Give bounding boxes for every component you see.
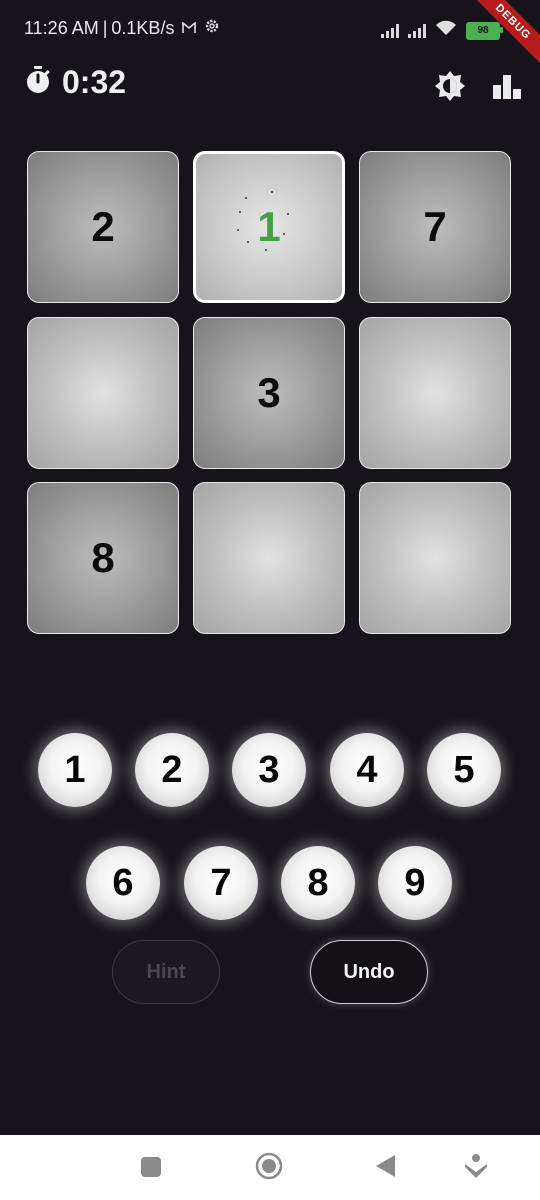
- stopwatch-icon: [24, 65, 52, 100]
- number-key-5[interactable]: 5: [427, 733, 501, 807]
- battery-icon: 98: [466, 21, 503, 40]
- app-screen: 11:26 AM | 0.1KB/s 98 DEBUG 0:32 2 1 7 3…: [0, 0, 540, 1200]
- back-triangle-icon[interactable]: [375, 1154, 397, 1183]
- filled-digit: 1: [237, 191, 290, 251]
- board-cell-selected[interactable]: 1: [193, 151, 345, 303]
- signal-icon: [381, 23, 399, 38]
- recents-square-icon[interactable]: [140, 1156, 162, 1183]
- board-cell[interactable]: [27, 317, 179, 469]
- battery-level: 98: [477, 25, 489, 36]
- number-key-6[interactable]: 6: [86, 846, 160, 920]
- leaderboard-icon[interactable]: [492, 73, 522, 104]
- number-key-7[interactable]: 7: [184, 846, 258, 920]
- number-key-1[interactable]: 1: [38, 733, 112, 807]
- brightness-icon[interactable]: [434, 70, 466, 107]
- navigation-bar: [0, 1135, 540, 1200]
- net-speed: 0.1KB/s: [111, 18, 175, 38]
- board-cell[interactable]: [359, 317, 511, 469]
- app-bar-actions: [434, 70, 522, 107]
- number-key-2[interactable]: 2: [135, 733, 209, 807]
- board-cell[interactable]: 2: [27, 151, 179, 303]
- sudoku-board: 2 1 7 3 8: [27, 151, 513, 637]
- number-key-3[interactable]: 3: [232, 733, 306, 807]
- assistant-icon[interactable]: [464, 1153, 488, 1184]
- wifi-icon: [435, 20, 457, 41]
- undo-button[interactable]: Undo: [310, 940, 428, 1004]
- mail-icon: [182, 20, 197, 37]
- status-time: 11:26 AM: [24, 18, 99, 38]
- status-bar: 11:26 AM | 0.1KB/s 98 DEBUG: [0, 0, 540, 68]
- settings-gear-icon: [204, 18, 220, 39]
- signal-icon-2: [408, 23, 426, 38]
- number-key-8[interactable]: 8: [281, 846, 355, 920]
- board-cell[interactable]: [359, 482, 511, 634]
- number-key-4[interactable]: 4: [330, 733, 404, 807]
- number-key-9[interactable]: 9: [378, 846, 452, 920]
- board-cell[interactable]: 8: [27, 482, 179, 634]
- home-circle-icon[interactable]: [255, 1152, 283, 1185]
- board-cell[interactable]: 7: [359, 151, 511, 303]
- status-left: 11:26 AM | 0.1KB/s: [24, 18, 220, 39]
- board-cell[interactable]: [193, 482, 345, 634]
- timer-value: 0:32: [62, 64, 127, 100]
- app-bar: 0:32: [0, 58, 540, 114]
- status-right: 98: [381, 20, 503, 41]
- hint-button[interactable]: Hint: [112, 940, 220, 1004]
- timer: 0:32: [24, 64, 126, 101]
- board-cell[interactable]: 3: [193, 317, 345, 469]
